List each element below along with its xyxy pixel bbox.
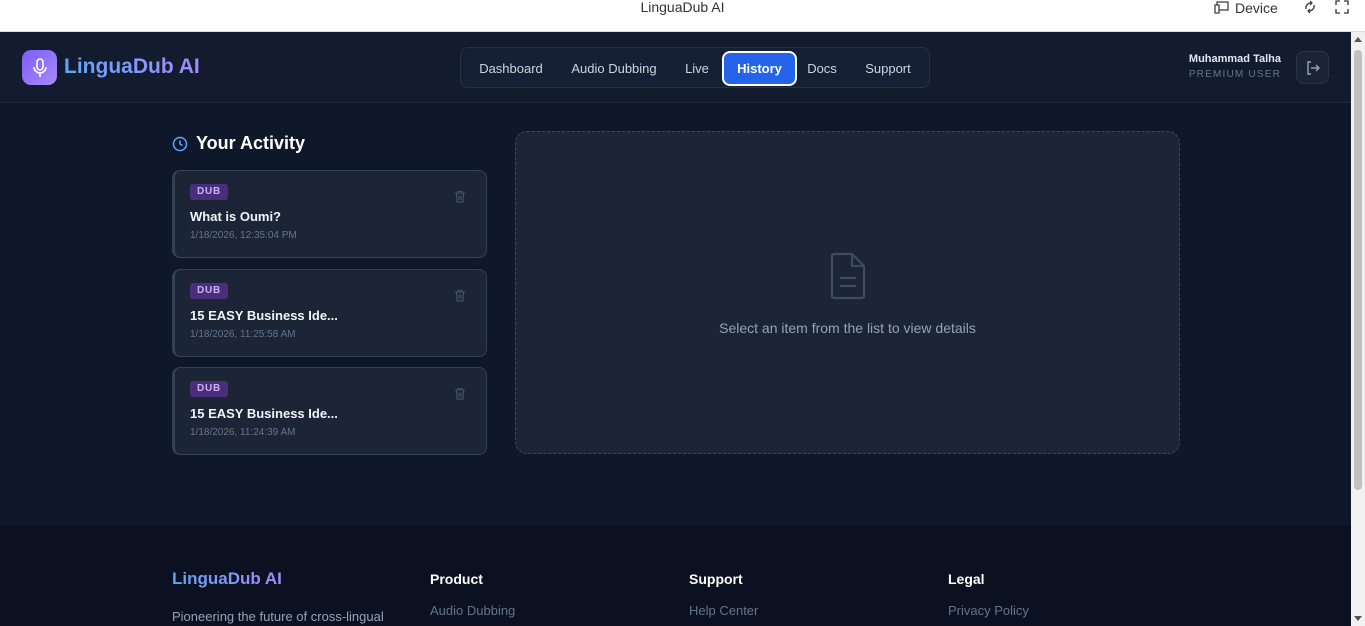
trash-icon[interactable] [454,190,466,203]
microphone-icon [32,57,47,77]
trash-icon[interactable] [454,387,466,400]
details-panel: Select an item from the list to view det… [515,131,1180,454]
item-date: 1/18/2026, 12:35:04 PM [190,230,297,241]
nav-history[interactable]: History [722,51,797,86]
footer-link-audio-dubbing[interactable]: Audio Dubbing [430,603,515,618]
item-title: 15 EASY Business Ide... [190,308,338,323]
activity-item[interactable]: DUB 15 EASY Business Ide... 1/18/2026, 1… [172,367,487,455]
nav-support[interactable]: Support [857,53,919,84]
item-title: What is Oumi? [190,209,281,224]
activity-item[interactable]: DUB What is Oumi? 1/18/2026, 12:35:04 PM [172,170,487,258]
footer-tagline: Pioneering the future of cross-lingual [172,609,384,624]
activity-item[interactable]: DUB 15 EASY Business Ide... 1/18/2026, 1… [172,269,487,357]
details-empty-text: Select an item from the list to view det… [719,320,976,336]
user-name: Muhammad Talha [1188,53,1281,65]
activity-title: Your Activity [196,133,306,153]
logout-button[interactable] [1296,51,1329,84]
app-viewport: LinguaDub AI Dashboard Audio Dubbing Liv… [0,32,1351,626]
logo-badge[interactable] [22,50,57,85]
footer-link-help-center[interactable]: Help Center [689,603,758,618]
user-role: PREMIUM USER [1188,69,1281,80]
scroll-up-arrow-icon[interactable] [1354,37,1362,42]
type-badge: DUB [190,381,229,397]
app-header: LinguaDub AI Dashboard Audio Dubbing Liv… [0,32,1351,103]
main-nav: Dashboard Audio Dubbing Live History Doc… [460,47,930,88]
footer-brand: LinguaDub AI [172,569,282,588]
item-date: 1/18/2026, 11:25:58 AM [190,329,296,340]
activity-heading: Your Activity [172,133,305,154]
clock-icon [172,136,188,151]
browser-title: LinguaDub AI [640,0,725,15]
footer: LinguaDub AI Pioneering the future of cr… [0,525,1351,626]
page-scrollbar[interactable] [1351,32,1365,626]
nav-live[interactable]: Live [675,53,719,84]
device-label: Device [1235,0,1278,16]
scrollbar-thumb[interactable] [1354,50,1362,490]
footer-heading-legal: Legal [948,571,985,587]
nav-dashboard[interactable]: Dashboard [469,53,553,84]
fullscreen-icon[interactable] [1335,0,1349,14]
item-title: 15 EASY Business Ide... [190,406,338,421]
logout-icon [1306,60,1320,75]
footer-link-privacy-policy[interactable]: Privacy Policy [948,603,1029,618]
footer-heading-support: Support [689,571,743,587]
nav-docs[interactable]: Docs [801,53,843,84]
device-icon [1214,1,1229,14]
footer-heading-product: Product [430,571,483,587]
rotate-icon[interactable] [1303,0,1317,14]
trash-icon[interactable] [454,289,466,302]
type-badge: DUB [190,184,229,200]
document-icon [830,252,866,300]
device-button[interactable]: Device [1214,0,1278,16]
scroll-down-arrow-icon[interactable] [1354,616,1362,621]
nav-audio-dubbing[interactable]: Audio Dubbing [561,53,667,84]
brand-name[interactable]: LinguaDub AI [64,54,200,80]
browser-bar: LinguaDub AI Device [0,0,1365,32]
item-date: 1/18/2026, 11:24:39 AM [190,427,296,438]
type-badge: DUB [190,283,229,299]
